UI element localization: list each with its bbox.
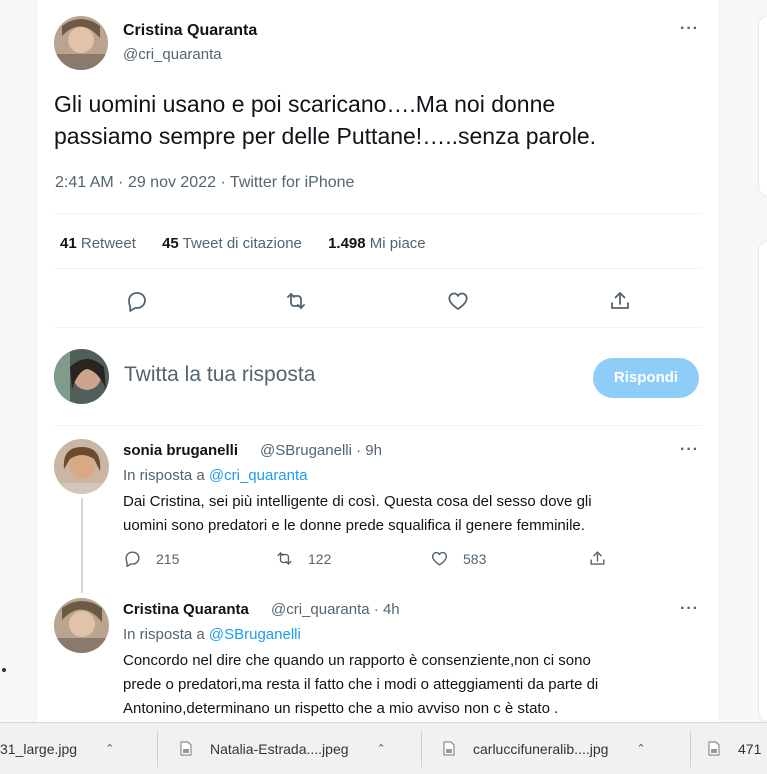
divider — [54, 425, 702, 426]
divider — [157, 731, 158, 767]
file-icon — [443, 741, 455, 756]
thread-line — [81, 498, 83, 593]
like-count: 1.498 — [328, 235, 366, 252]
author-handle[interactable]: @cri_quaranta — [123, 46, 222, 63]
tweet-column: Cristina Quaranta @cri_quaranta ··· Gli … — [37, 0, 719, 722]
tweet-text: Gli uomini usano e poi scaricano….Ma noi… — [54, 88, 704, 152]
download-filename: 31_large.jpg — [0, 740, 78, 757]
more-icon[interactable]: ··· — [680, 441, 699, 459]
like-action[interactable]: 583 — [430, 549, 486, 568]
retweet-icon — [277, 552, 292, 565]
heart-icon[interactable] — [446, 289, 470, 313]
chevron-up-icon[interactable]: ⌃ — [105, 742, 114, 755]
right-sidebar-card — [758, 240, 767, 722]
like-count: 583 — [463, 551, 487, 567]
avatar[interactable] — [54, 349, 109, 404]
in-reply-link[interactable]: @cri_quaranta — [209, 467, 308, 484]
reply-text: Dai Cristina, sei più intelligente di co… — [123, 490, 703, 538]
download-item[interactable]: carluccifuneralib....jpg ⌃ — [443, 723, 646, 774]
reply-text-line: Dai Cristina, sei più intelligente di co… — [123, 493, 592, 510]
retweet-stat[interactable]: 41 Retweet — [60, 235, 136, 252]
like-label: Mi piace — [369, 235, 426, 252]
share-icon — [590, 551, 605, 565]
share-action[interactable] — [588, 549, 621, 568]
left-edge-dot — [2, 668, 6, 672]
retweet-count: 122 — [308, 551, 332, 567]
tweet-text-line: passiamo sempre per delle Puttane!…..sen… — [54, 123, 597, 149]
quote-stat[interactable]: 45 Tweet di citazione — [162, 235, 302, 252]
file-icon — [180, 741, 192, 756]
divider — [421, 731, 422, 767]
download-filename: 471 — [738, 740, 762, 757]
chevron-up-icon[interactable]: ⌃ — [636, 742, 645, 755]
heart-icon — [431, 551, 448, 566]
left-background — [0, 0, 36, 722]
divider — [54, 213, 702, 214]
divider — [54, 327, 702, 328]
share-icon[interactable] — [608, 289, 632, 313]
right-sidebar-card — [758, 15, 767, 197]
reply-icon — [125, 551, 140, 568]
avatar[interactable] — [54, 598, 109, 653]
chevron-up-icon[interactable]: ⌃ — [377, 742, 386, 755]
download-item[interactable]: Natalia-Estrada....jpeg ⌃ — [180, 723, 386, 774]
retweet-label: Retweet — [80, 235, 136, 252]
avatar[interactable] — [54, 439, 109, 494]
in-reply-prefix: In risposta a — [123, 467, 209, 484]
quote-count: 45 — [162, 235, 179, 252]
more-icon[interactable]: ··· — [680, 600, 699, 618]
column-border-right — [719, 0, 720, 722]
reply-author-name[interactable]: Cristina Quaranta — [123, 601, 249, 618]
download-filename: carluccifuneralib....jpg — [473, 740, 609, 757]
downloads-bar: 31_large.jpg ⌃ Natalia-Estrada....jpeg ⌃… — [0, 722, 767, 774]
reply-text: Concordo nel dire che quando un rapporto… — [123, 649, 703, 721]
in-reply-prefix: In risposta a — [123, 626, 209, 643]
reply-text-line: Antonino,determinano un rispetto che a m… — [123, 700, 559, 717]
reply-text-line: prede o predatori,ma resta il fatto che … — [123, 676, 599, 693]
tweet-meta[interactable]: 2:41 AM · 29 nov 2022 · Twitter for iPho… — [55, 174, 354, 192]
reply-author-name[interactable]: sonia bruganelli — [123, 442, 238, 459]
download-filename: Natalia-Estrada....jpeg — [210, 740, 349, 757]
reply-action[interactable]: 215 — [123, 549, 179, 568]
author-name[interactable]: Cristina Quaranta — [123, 22, 257, 40]
retweet-count: 41 — [60, 235, 77, 252]
file-icon — [708, 741, 720, 756]
reply-button[interactable]: Rispondi — [593, 358, 699, 398]
in-reply-link[interactable]: @SBruganelli — [209, 626, 301, 643]
more-icon[interactable]: ··· — [680, 20, 699, 38]
reply-count: 215 — [156, 551, 180, 567]
avatar[interactable] — [54, 16, 108, 70]
reply-text-line: Concordo nel dire che quando un rapporto… — [123, 652, 591, 669]
in-reply-to: In risposta a @SBruganelli — [123, 626, 301, 643]
retweet-icon[interactable] — [284, 289, 308, 313]
divider — [54, 268, 702, 269]
quote-label: Tweet di citazione — [182, 235, 302, 252]
like-stat[interactable]: 1.498 Mi piace — [328, 235, 426, 252]
reply-author-handle[interactable]: @cri_quaranta · 4h — [271, 601, 400, 618]
reply-icon[interactable] — [125, 289, 149, 313]
tweet-stats: 41 Retweet 45 Tweet di citazione 1.498 M… — [60, 235, 448, 252]
retweet-action[interactable]: 122 — [275, 549, 331, 568]
download-item[interactable]: 31_large.jpg ⌃ — [0, 723, 114, 774]
tweet-text-line: Gli uomini usano e poi scaricano….Ma noi… — [54, 91, 556, 117]
reply-input[interactable]: Twitta la tua risposta — [124, 363, 604, 387]
reply-text-line: uomini sono predatori e le donne prede s… — [123, 517, 585, 534]
divider — [690, 731, 691, 767]
download-item[interactable]: 471 — [708, 723, 761, 774]
reply-author-handle[interactable]: @SBruganelli · 9h — [260, 442, 382, 459]
in-reply-to: In risposta a @cri_quaranta — [123, 467, 308, 484]
